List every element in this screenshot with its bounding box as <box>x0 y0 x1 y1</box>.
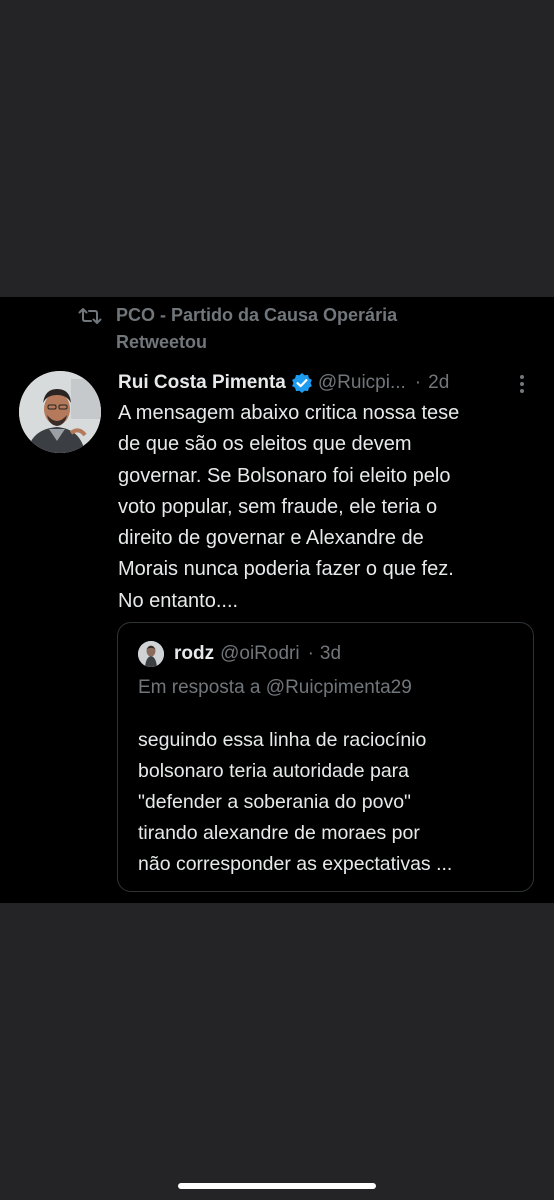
avatar[interactable] <box>19 371 101 453</box>
quote-author-name[interactable]: rodz <box>174 643 214 665</box>
tweet-text-line: direito de governar e Alexandre de <box>118 527 424 550</box>
quoted-tweet-card[interactable]: rodz @oiRodri · 3d Em resposta a @Ruicpi… <box>117 622 534 892</box>
retweet-context[interactable]: PCO - Partido da Causa Operária Retweeto… <box>78 302 518 356</box>
avatar-photo <box>19 371 101 453</box>
meta-separator: · <box>414 372 422 393</box>
quote-avatar[interactable] <box>138 641 164 667</box>
tweet-header: Rui Costa Pimenta @Ruicpi... · 2d <box>118 368 538 398</box>
quote-text-line: seguindo essa linha de raciocínio <box>138 729 427 751</box>
quote-reply-context[interactable]: Em resposta a @Ruicpimenta29 <box>138 677 412 699</box>
tweet-text-line: de que são os eleitos que devem <box>118 433 412 456</box>
retweet-source: PCO - Partido da Causa Operária <box>116 305 398 325</box>
tweet-text-line: A mensagem abaixo critica nossa tese <box>118 402 460 424</box>
more-vertical-icon[interactable] <box>512 372 532 396</box>
verified-badge-icon <box>291 373 312 393</box>
author-handle[interactable]: @Ruicpi... <box>318 372 406 394</box>
home-indicator[interactable] <box>178 1183 376 1189</box>
quote-header: rodz @oiRodri · 3d <box>138 641 341 667</box>
tweet-text-line: voto popular, sem fraude, ele teria o <box>118 495 438 518</box>
quote-text-line: "defender a soberania do povo" <box>138 791 411 813</box>
author-name[interactable]: Rui Costa Pimenta <box>118 372 286 394</box>
retweet-icon <box>78 308 102 324</box>
quote-author-handle[interactable]: @oiRodri <box>220 643 299 665</box>
quote-time[interactable]: 3d <box>320 643 341 665</box>
tweet-text-line: governar. Se Bolsonaro foi eleito pelo <box>118 464 451 487</box>
screenshot-page: PCO - Partido da Causa Operária Retweeto… <box>0 0 554 1200</box>
retweet-action: Retweetou <box>116 332 208 352</box>
quote-text-line: tirando alexandre de moraes por <box>138 822 420 844</box>
tweet-text: A mensagem abaixo critica nossa tese de … <box>118 398 538 617</box>
retweet-label: PCO - Partido da Causa Operária Retweeto… <box>116 302 397 356</box>
quote-meta-separator: · <box>307 643 314 664</box>
tweet-text-line: Morais nunca poderia fazer o que fez. <box>118 558 454 581</box>
quote-text: seguindo essa linha de raciocínio bolson… <box>138 725 528 880</box>
quote-avatar-photo <box>138 641 164 667</box>
quote-text-line: não corresponder as expectativas ... <box>138 853 453 875</box>
tweet-text-line: No entanto.... <box>118 589 239 612</box>
tweet-time[interactable]: 2d <box>428 372 449 394</box>
quote-text-line: bolsonaro teria autoridade para <box>138 760 410 782</box>
